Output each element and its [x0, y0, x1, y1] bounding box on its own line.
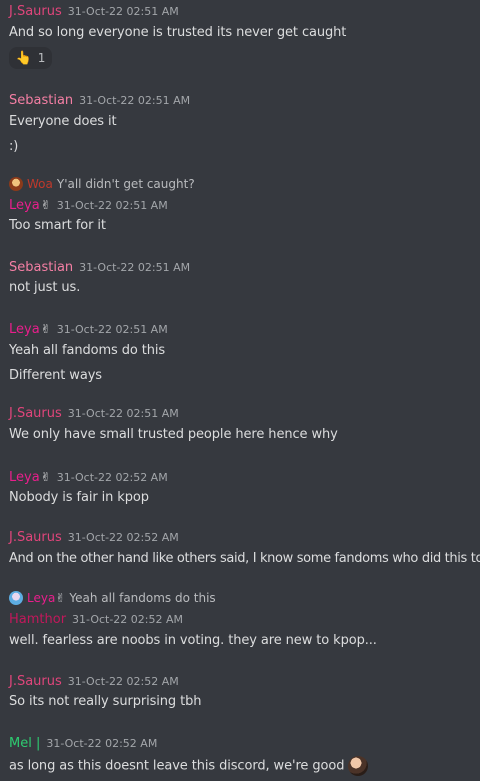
message-text: :) [9, 139, 19, 154]
author-name[interactable]: Mel | [9, 736, 40, 751]
reply-text: Y'all didn't get caught? [56, 177, 195, 191]
message-header: Leya✌ 31-Oct-22 02:52 AM [9, 470, 168, 485]
message-header: J.Saurus 31-Oct-22 02:51 AM [9, 406, 179, 421]
message-text: as long as this doesnt leave this discor… [9, 758, 345, 774]
author-name[interactable]: Leya [9, 198, 40, 213]
timestamp: 31-Oct-22 02:52 AM [46, 737, 158, 750]
timestamp: 31-Oct-22 02:51 AM [56, 323, 168, 336]
author-name[interactable]: J.Saurus [9, 4, 62, 19]
message-text: Yeah all fandoms do this [9, 343, 166, 358]
message-text: We only have small trusted people here h… [9, 427, 338, 442]
message-text: Everyone does it [9, 114, 117, 129]
author-name[interactable]: J.Saurus [9, 674, 62, 689]
message-header: Sebastian 31-Oct-22 02:51 AM [9, 260, 190, 275]
chat-message-list: J.Saurus 31-Oct-22 02:51 AM And so long e… [0, 0, 480, 781]
author-name[interactable]: Hamthor [9, 612, 66, 627]
reply-author: Woa [27, 177, 53, 191]
timestamp: 31-Oct-22 02:51 AM [67, 5, 179, 18]
custom-emoji-icon [348, 756, 369, 776]
author-name[interactable]: J.Saurus [9, 406, 62, 421]
victory-hand-icon: ✌ [40, 198, 51, 212]
message-text: Too smart for it [9, 218, 106, 233]
timestamp: 31-Oct-22 02:51 AM [79, 94, 191, 107]
avatar [9, 177, 23, 191]
pointing-up-hand-icon: 👆 [15, 50, 32, 66]
message-header: J.Saurus 31-Oct-22 02:51 AM [9, 4, 179, 19]
message-header: Mel | 31-Oct-22 02:52 AM [9, 736, 157, 751]
reaction-count: 1 [37, 51, 46, 65]
reply-text: Yeah all fandoms do this [69, 591, 216, 605]
timestamp: 31-Oct-22 02:52 AM [67, 531, 179, 544]
author-name[interactable]: Sebastian [9, 260, 73, 275]
message-text: Different ways [9, 368, 102, 383]
author-name[interactable]: J.Saurus [9, 530, 62, 545]
message-line: as long as this doesnt leave this discor… [9, 756, 369, 776]
message-header: Sebastian 31-Oct-22 02:51 AM [9, 93, 190, 108]
victory-hand-icon: ✌ [55, 591, 66, 605]
message-header: Leya✌ 31-Oct-22 02:51 AM [9, 198, 168, 213]
timestamp: 31-Oct-22 02:52 AM [56, 471, 168, 484]
message-text: not just us. [9, 280, 81, 295]
message-text: Nobody is fair in kpop [9, 490, 149, 505]
message-text: So its not really surprising tbh [9, 694, 202, 709]
timestamp: 31-Oct-22 02:52 AM [72, 613, 184, 626]
timestamp: 31-Oct-22 02:52 AM [67, 675, 179, 688]
victory-hand-icon: ✌ [40, 322, 51, 336]
author-name[interactable]: Leya [9, 470, 40, 485]
message-text: And so long everyone is trusted its neve… [9, 25, 347, 40]
message-header: Leya✌ 31-Oct-22 02:51 AM [9, 322, 168, 337]
message-header: J.Saurus 31-Oct-22 02:52 AM [9, 530, 179, 545]
message-header: Hamthor 31-Oct-22 02:52 AM [9, 612, 183, 627]
message-header: J.Saurus 31-Oct-22 02:52 AM [9, 674, 179, 689]
message-text: And on the other hand like others said, … [9, 551, 480, 566]
author-name[interactable]: Sebastian [9, 93, 73, 108]
message-text: well. fearless are noobs in voting. they… [9, 633, 377, 648]
reaction-button[interactable]: 👆 1 [9, 47, 52, 69]
timestamp: 31-Oct-22 02:51 AM [79, 261, 191, 274]
reply-author: Leya [27, 591, 56, 605]
timestamp: 31-Oct-22 02:51 AM [56, 199, 168, 212]
avatar [9, 591, 23, 605]
reply-preview[interactable]: Leya ✌ Yeah all fandoms do this [9, 591, 216, 605]
author-name[interactable]: Leya [9, 322, 40, 337]
victory-hand-icon: ✌ [40, 470, 51, 484]
timestamp: 31-Oct-22 02:51 AM [67, 407, 179, 420]
reply-preview[interactable]: Woa Y'all didn't get caught? [9, 177, 195, 191]
